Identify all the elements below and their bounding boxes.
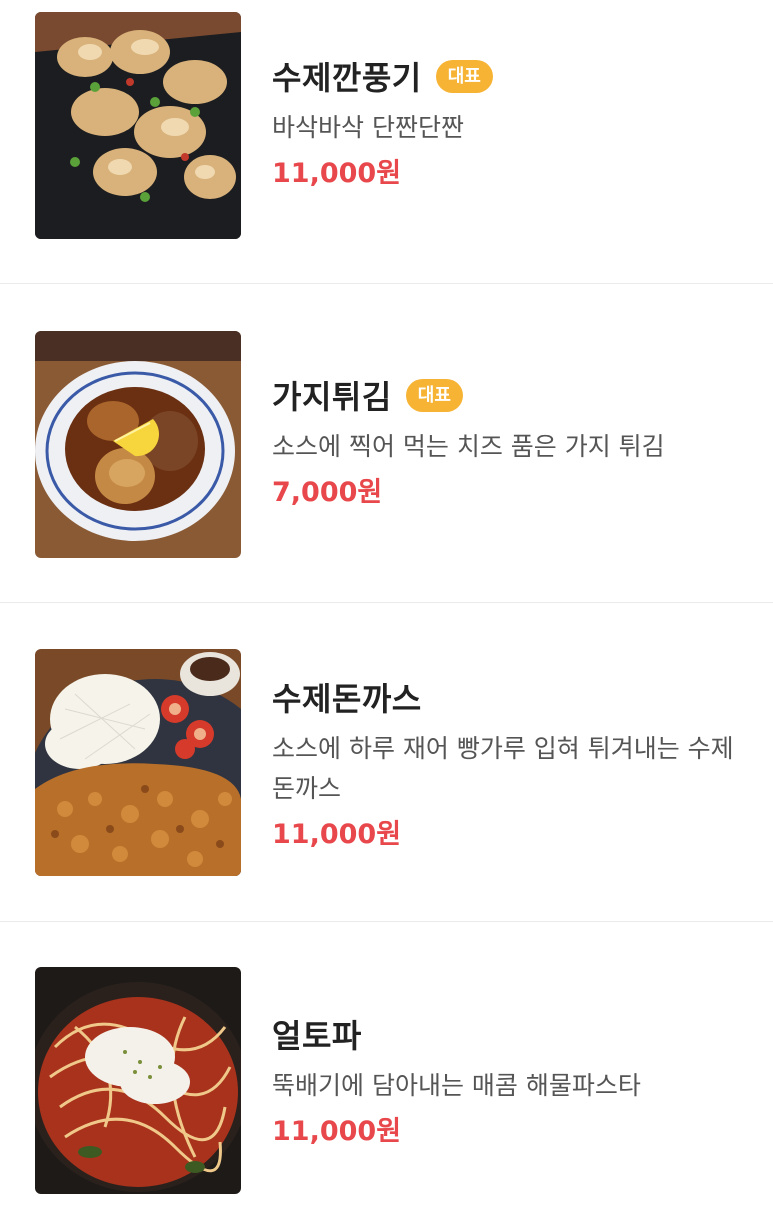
menu-item-price: 7,000원 [272, 477, 383, 508]
menu-item-kkanpunggi[interactable]: 수제깐풍기 대표 바삭바삭 단짠단짠 11,000원 [0, 0, 773, 284]
menu-item-description: 소스에 찍어 먹는 치즈 품은 가지 튀김 [272, 432, 665, 461]
menu-item-info: 가지튀김 대표 소스에 찍어 먹는 치즈 품은 가지 튀김 7,000원 [272, 373, 753, 513]
signature-badge: 대표 [435, 59, 493, 93]
spicy-seafood-pasta-photo[interactable] [35, 967, 241, 1194]
menu-item-info: 수제깐풍기 대표 바삭바삭 단짠단짠 11,000원 [272, 54, 753, 194]
menu-item-price: 11,000원 [272, 819, 402, 850]
fried-eggplant-photo[interactable] [35, 331, 241, 558]
fried-chicken-photo[interactable] [35, 12, 241, 239]
pork-cutlet-photo[interactable] [35, 649, 241, 876]
menu-item-name: 수제돈까스 [272, 680, 422, 718]
menu-item-description: 바삭바삭 단짠단짠 [272, 113, 464, 142]
name-row: 수제돈까스 [272, 675, 753, 719]
menu-item-name: 수제깐풍기 [272, 59, 422, 97]
name-row: 얼토파 [272, 1012, 753, 1056]
menu-list: 수제깐풍기 대표 바삭바삭 단짠단짠 11,000원 가지튀김 대표 소스에 찍… [0, 0, 773, 1227]
menu-item-description: 뚝배기에 담아내는 매콤 해물파스타 [272, 1071, 641, 1100]
menu-item-info: 수제돈까스 소스에 하루 재어 빵가루 입혀 튀겨내는 수제돈까스 11,000… [272, 675, 753, 855]
name-row: 가지튀김 대표 [272, 373, 753, 417]
signature-badge: 대표 [405, 378, 463, 412]
menu-item-price: 11,000원 [272, 158, 402, 189]
menu-item-name: 가지튀김 [272, 378, 392, 416]
menu-item-donkatsu[interactable]: 수제돈까스 소스에 하루 재어 빵가루 입혀 튀겨내는 수제돈까스 11,000… [0, 603, 773, 922]
menu-item-eoltopa[interactable]: 얼토파 뚝배기에 담아내는 매콤 해물파스타 11,000원 [0, 922, 773, 1227]
menu-item-description: 소스에 하루 재어 빵가루 입혀 튀겨내는 수제돈까스 [272, 734, 734, 803]
menu-item-gaji-twigim[interactable]: 가지튀김 대표 소스에 찍어 먹는 치즈 품은 가지 튀김 7,000원 [0, 284, 773, 603]
name-row: 수제깐풍기 대표 [272, 54, 753, 98]
menu-item-name: 얼토파 [272, 1017, 362, 1055]
menu-item-info: 얼토파 뚝배기에 담아내는 매콤 해물파스타 11,000원 [272, 1012, 753, 1152]
menu-item-price: 11,000원 [272, 1116, 402, 1147]
